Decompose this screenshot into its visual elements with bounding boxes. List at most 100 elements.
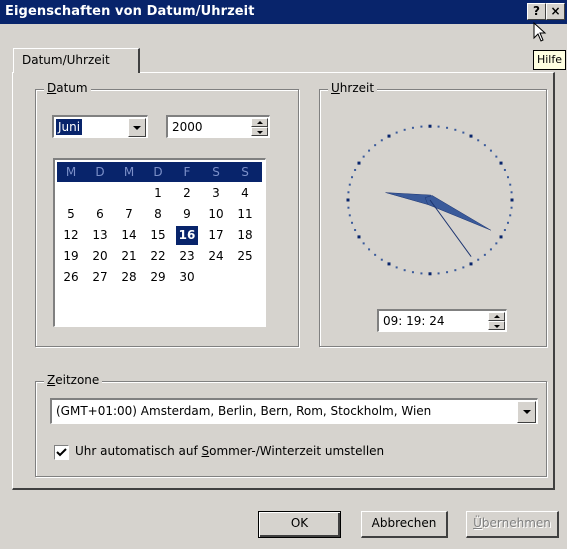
clock-minute-mark (454, 269, 457, 272)
clock-minute-mark (374, 253, 377, 256)
clock-minute-mark (380, 258, 383, 261)
clock-minute-mark (380, 139, 383, 142)
clock-minute-mark (489, 149, 492, 152)
calendar-day[interactable]: 29 (147, 268, 169, 287)
clock-hour-mark (428, 272, 432, 276)
ok-button[interactable]: OK (258, 511, 341, 538)
calendar-day[interactable]: 12 (60, 226, 82, 245)
calendar-day[interactable]: 16 (176, 226, 198, 245)
calendar-day[interactable]: 9 (176, 205, 198, 224)
month-select[interactable]: Juni (52, 115, 148, 138)
clock-hour-mark (499, 235, 503, 239)
timezone-dropdown-button[interactable] (517, 401, 536, 423)
calendar-day[interactable]: 1 (147, 184, 169, 203)
calendar-day[interactable]: 28 (118, 268, 140, 287)
year-spinner[interactable]: 2000 (166, 115, 270, 138)
help-button[interactable]: ? (527, 3, 546, 20)
calendar-day[interactable]: 8 (147, 205, 169, 224)
window-title: Eigenschaften von Datum/Uhrzeit (5, 4, 255, 19)
calendar-day[interactable]: 2 (176, 184, 198, 203)
year-value: 2000 (172, 120, 203, 134)
spin-down-icon (493, 324, 500, 328)
clock-minute-mark (446, 271, 449, 274)
clock-minute-mark (347, 191, 350, 194)
clock-minute-mark (437, 125, 440, 128)
clock-minute-mark (510, 191, 513, 194)
clock-hour-mark (510, 198, 514, 202)
date-group-label: Datum (44, 81, 91, 95)
time-spinner[interactable]: 09: 19: 24 (377, 309, 507, 332)
clock-minute-mark (395, 266, 398, 269)
clock-minute-mark (362, 242, 365, 245)
cancel-button-label: Abbrechen (371, 516, 437, 530)
year-down-button[interactable] (251, 127, 268, 136)
clock-minute-mark (403, 269, 406, 272)
close-icon: × (550, 4, 561, 18)
timezone-group: Zeitzone (35, 373, 547, 477)
clock-minute-mark (395, 131, 398, 134)
calendar-day[interactable]: 25 (234, 247, 256, 266)
calendar-day[interactable]: 18 (234, 226, 256, 245)
clock-minute-mark (351, 221, 354, 224)
calendar-day[interactable]: 21 (118, 247, 140, 266)
clock-hour-mark (357, 161, 361, 165)
timezone-group-label: Zeitzone (44, 373, 103, 387)
calendar-day[interactable]: 5 (60, 205, 82, 224)
clock-minute-mark (437, 272, 440, 275)
clock-minute-mark (503, 168, 506, 171)
calendar-day[interactable]: 17 (205, 226, 227, 245)
close-button[interactable]: × (546, 3, 565, 20)
calendar-day[interactable]: 27 (89, 268, 111, 287)
clock-hour-mark (357, 235, 361, 239)
calendar-day[interactable]: 24 (205, 247, 227, 266)
clock-minute-mark (509, 214, 512, 217)
apply-button[interactable]: Übernehmen (466, 511, 559, 538)
calendar-day[interactable]: 6 (89, 205, 111, 224)
clock-minute-mark (495, 242, 498, 245)
clock-minute-mark (411, 271, 414, 274)
clock-minute-mark (347, 206, 350, 209)
clock-minute-mark (454, 128, 457, 131)
calendar-day[interactable]: 22 (147, 247, 169, 266)
calendar-day[interactable]: 10 (205, 205, 227, 224)
clock-minute-mark (503, 229, 506, 232)
calendar-day[interactable]: 13 (89, 226, 111, 245)
month-value: Juni (56, 119, 83, 135)
calendar-day[interactable]: 20 (89, 247, 111, 266)
year-up-button[interactable] (251, 118, 268, 127)
timezone-select[interactable]: (GMT+01:00) Amsterdam, Berlin, Bern, Rom… (50, 398, 538, 424)
help-tooltip: Hilfe (533, 50, 566, 70)
time-down-button[interactable] (488, 321, 505, 330)
calendar-day[interactable]: 19 (60, 247, 82, 266)
weekday-header: D (95, 165, 105, 179)
calendar-grid[interactable]: MDMDFSS 1 2 3 4 5 6 7 8 9 10 11 12 13 14 15 16 17 18 19 20 2… (53, 158, 266, 327)
calendar-day[interactable]: 26 (60, 268, 82, 287)
tab-datum-uhrzeit[interactable]: Datum/Uhrzeit (13, 48, 140, 73)
clock-minute-mark (362, 155, 365, 158)
clock-hour-mark (387, 262, 391, 266)
calendar-day[interactable]: 7 (118, 205, 140, 224)
clock-hour-mark (469, 134, 473, 138)
clock-minute-mark (483, 253, 486, 256)
clock-hour-mark (428, 124, 432, 128)
calendar-day[interactable]: 11 (234, 205, 256, 224)
clock-minute-mark (348, 183, 351, 186)
calendar-day[interactable]: 23 (176, 247, 198, 266)
month-dropdown-button[interactable] (128, 118, 146, 137)
dst-checkbox-label: Uhr automatisch auf Sommer-/Winterzeit u… (75, 444, 385, 458)
tab-label: Datum/Uhrzeit (22, 53, 110, 67)
timezone-value: (GMT+01:00) Amsterdam, Berlin, Bern, Rom… (56, 404, 432, 418)
clock-minute-mark (477, 258, 480, 261)
dropdown-arrow-icon (522, 410, 531, 414)
calendar-day[interactable]: 30 (176, 268, 198, 287)
calendar-day[interactable]: 3 (205, 184, 227, 203)
clock-minute-mark (368, 149, 371, 152)
clock-minute-mark (374, 144, 377, 147)
dst-checkbox[interactable] (54, 445, 69, 460)
time-up-button[interactable] (488, 312, 505, 321)
clock-minute-mark (351, 176, 354, 179)
calendar-day[interactable]: 15 (147, 226, 169, 245)
cancel-button[interactable]: Abbrechen (361, 511, 448, 538)
calendar-day[interactable]: 14 (118, 226, 140, 245)
calendar-day[interactable]: 4 (234, 184, 256, 203)
